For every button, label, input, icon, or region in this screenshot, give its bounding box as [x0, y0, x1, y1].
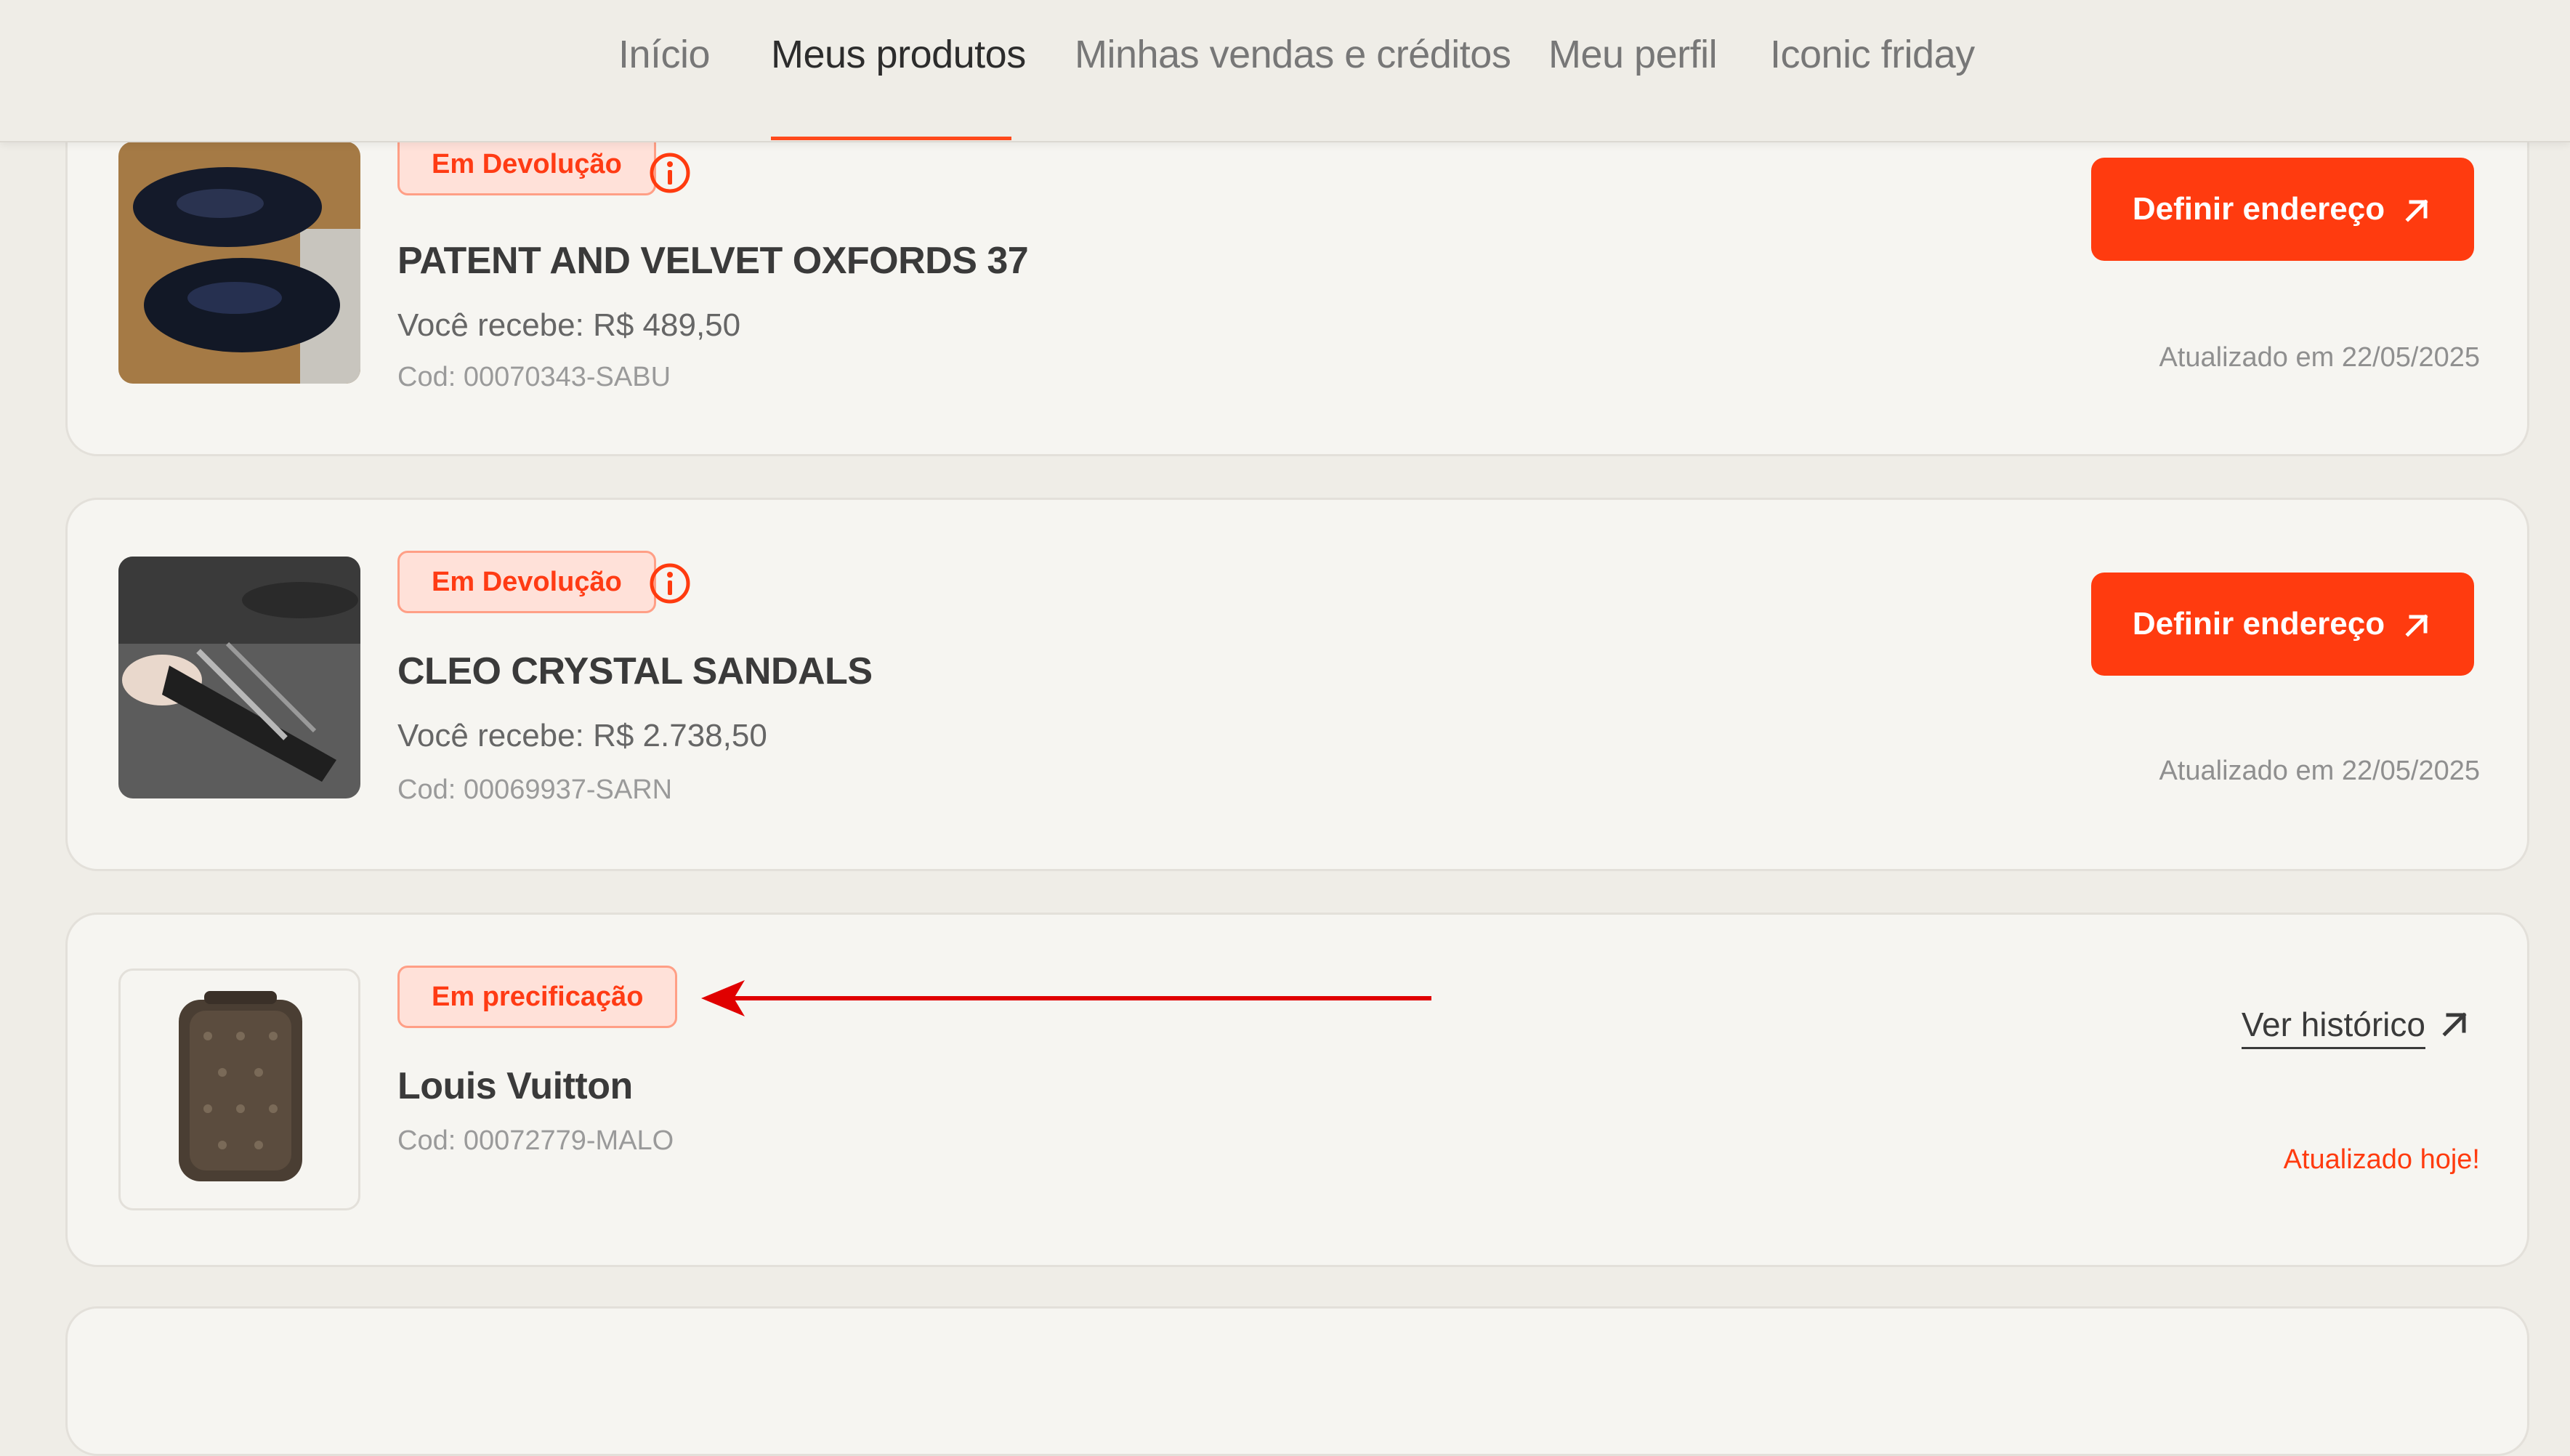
top-navigation: Início Meus produtos Minhas vendas e cré…: [0, 0, 2570, 142]
tab-minhas-vendas[interactable]: Minhas vendas e créditos: [1075, 32, 1511, 77]
tab-inicio[interactable]: Início: [618, 32, 711, 77]
tab-meus-produtos[interactable]: Meus produtos: [771, 32, 1026, 77]
tab-meu-perfil[interactable]: Meu perfil: [1548, 32, 1718, 77]
active-tab-indicator: [771, 137, 1011, 140]
tab-iconic-friday[interactable]: Iconic friday: [1770, 32, 1975, 77]
annotation-arrow: [701, 980, 1431, 1016]
product-card: [65, 1306, 2529, 1456]
